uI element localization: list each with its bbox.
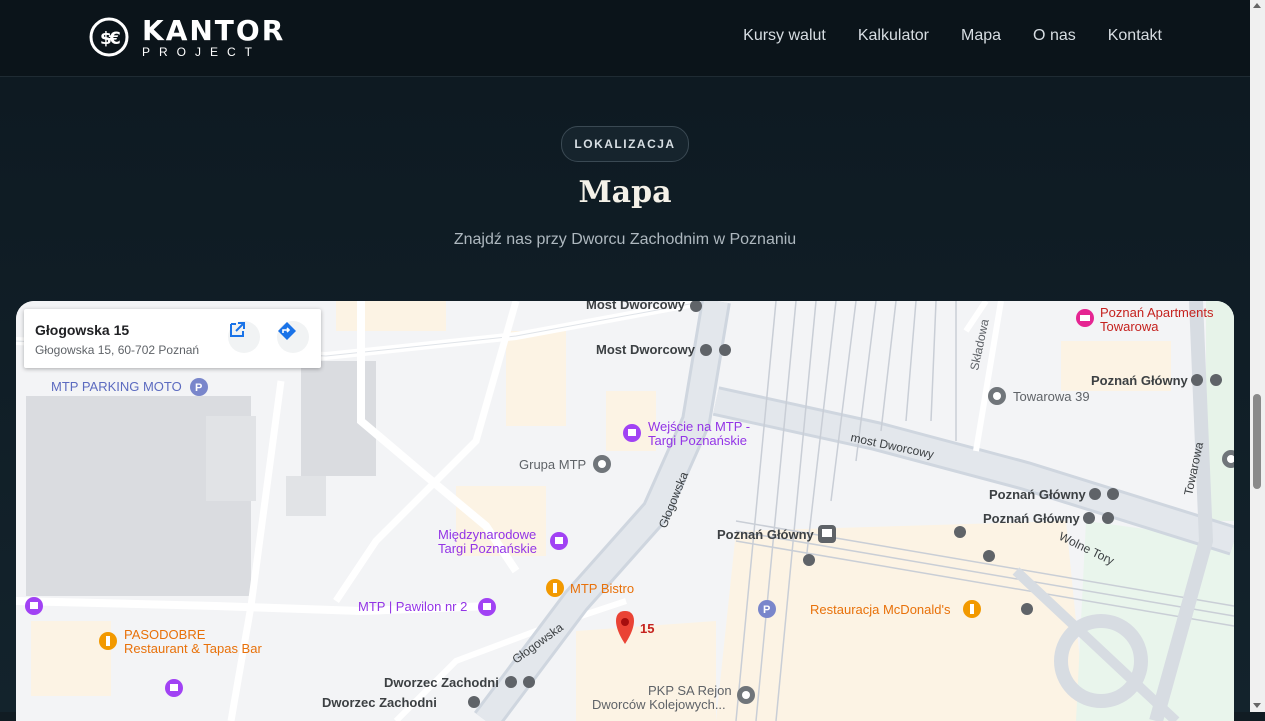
poi-marker-icon (550, 532, 568, 550)
scroll-down-arrow-icon[interactable] (1253, 703, 1261, 708)
restaurant-marker-icon (963, 600, 981, 618)
nav-link-o-nas[interactable]: O nas (1033, 27, 1076, 45)
nav-link-kursy-walut[interactable]: Kursy walut (743, 27, 826, 45)
map-label-pkp-rejon-1: PKP SA Rejon (648, 683, 732, 698)
brand-tagline: PROJECT (142, 44, 262, 59)
map-area-beige (31, 621, 111, 696)
map-label-towarowa-hotel: Towarowa (1100, 319, 1159, 334)
brand-text: KANTOR PROJECT (142, 13, 286, 59)
open-in-maps-button[interactable] (228, 321, 260, 353)
poi-marker-icon (478, 598, 496, 616)
transit-stop-icon (1210, 374, 1222, 386)
map-label-pkp-rejon-2: Dworców Kolejowych... (592, 697, 726, 712)
map-label-pasodobre-2: Restaurant & Tapas Bar (124, 641, 262, 656)
embedded-map[interactable]: P P Most Dworcowy Most Dworcowy Poznań A… (16, 301, 1234, 721)
svg-text:P: P (763, 604, 770, 616)
open-external-icon (230, 322, 245, 337)
map-label-most-dworcowy-1: Most Dworcowy (586, 301, 686, 312)
restaurant-marker-icon (546, 579, 564, 597)
map-label-poznan-glowny-2: Poznań Główny (989, 487, 1087, 502)
nav-link-kalkulator[interactable]: Kalkulator (858, 27, 929, 45)
transit-stop-icon (1102, 512, 1114, 524)
page-scrollbar[interactable] (1250, 0, 1265, 712)
transit-stop-icon (1021, 603, 1033, 615)
map-area-beige (336, 301, 446, 331)
place-info-card: Głogowska 15 Głogowska 15, 60-702 Poznań (24, 309, 321, 368)
map-label-mcdonalds: Restauracja McDonald's (810, 602, 951, 617)
map-label-poznan-apartments: Poznań Apartments (1100, 305, 1214, 320)
map-label-poznan-glowny-3: Poznań Główny (983, 511, 1081, 526)
directions-button[interactable] (277, 321, 309, 353)
brand-logo[interactable]: $ € KANTOR PROJECT (88, 16, 285, 58)
place-marker-icon (593, 455, 611, 473)
scrollbar-thumb[interactable] (1253, 394, 1261, 489)
map-label-miedzynarodowe-1: Międzynarodowe (438, 527, 536, 542)
poi-marker-icon (165, 679, 183, 697)
map-label-miedzynarodowe-2: Targi Poznańskie (438, 541, 537, 556)
map-label-most-dworcowy-2: Most Dworcowy (596, 342, 696, 357)
transit-stop-icon (954, 526, 966, 538)
nav-link-kontakt[interactable]: Kontakt (1108, 27, 1162, 45)
section-badge: LOKALIZACJA (561, 126, 689, 162)
map-label-mtp-parking: MTP PARKING MOTO (51, 379, 182, 394)
place-address: Głogowska 15, 60-702 Poznań (35, 343, 200, 357)
transit-stop-icon (1107, 488, 1119, 500)
place-title: Głogowska 15 (35, 322, 130, 338)
currency-exchange-icon: $ € (89, 17, 129, 57)
parking-marker-icon: P (190, 378, 208, 396)
map-section: LOKALIZACJA Mapa Znajdź nas przy Dworcu … (0, 77, 1250, 721)
map-label-dworzec-zachodni-2: Dworzec Zachodni (322, 695, 437, 710)
train-station-icon (818, 525, 836, 543)
map-label-towarowa-39: Towarowa 39 (1013, 389, 1090, 404)
map-label-dworzec-zachodni-1: Dworzec Zachodni (384, 675, 499, 690)
nav-link-mapa[interactable]: Mapa (961, 27, 1001, 45)
map-label-wejscie-mtp-2: Targi Poznańskie (648, 433, 747, 448)
svg-text:P: P (195, 382, 202, 394)
hotel-marker-icon (1076, 309, 1094, 327)
map-label-mtp-bistro: MTP Bistro (570, 581, 634, 596)
transit-stop-icon (803, 554, 815, 566)
transit-stop-icon (468, 696, 480, 708)
map-label-wejscie-mtp-1: Wejście na MTP - (648, 419, 750, 434)
map-area-beige (506, 331, 566, 426)
restaurant-marker-icon (99, 632, 117, 650)
map-label-pasodobre-1: PASODOBRE (124, 627, 206, 642)
directions-icon (278, 322, 296, 340)
poi-marker-icon (25, 597, 43, 615)
section-title: Mapa (578, 175, 672, 210)
transit-stop-icon (1089, 488, 1101, 500)
poi-marker-icon (623, 424, 641, 442)
top-navbar: $ € KANTOR PROJECT Kursy walut Kalkulato… (0, 0, 1250, 77)
map-building-block (286, 476, 326, 516)
map-label-mtp-pawilon: MTP | Pawilon nr 2 (358, 599, 467, 614)
parking-marker-icon: P (758, 600, 776, 618)
scroll-up-arrow-icon[interactable] (1253, 3, 1261, 8)
transit-stop-icon (523, 676, 535, 688)
place-marker-icon (988, 387, 1006, 405)
main-nav: Kursy walut Kalkulator Mapa O nas Kontak… (743, 27, 1162, 45)
map-label-poznan-glowny-station: Poznań Główny (717, 527, 815, 542)
map-label-poznan-glowny-ne: Poznań Główny (1091, 373, 1189, 388)
transit-stop-icon (719, 344, 731, 356)
svg-text:€: € (108, 29, 121, 49)
brand-name: KANTOR (142, 13, 286, 47)
transit-stop-icon (505, 676, 517, 688)
map-label-pin-number: 15 (640, 621, 654, 636)
place-marker-icon (737, 686, 755, 704)
map-building-block (206, 416, 256, 501)
map-label-grupa-mtp: Grupa MTP (519, 457, 586, 472)
section-subtitle: Znajdź nas przy Dworcu Zachodnim w Pozna… (453, 231, 797, 248)
transit-stop-icon (1191, 374, 1203, 386)
transit-stop-icon (983, 550, 995, 562)
transit-stop-icon (1083, 512, 1095, 524)
transit-stop-icon (700, 344, 712, 356)
